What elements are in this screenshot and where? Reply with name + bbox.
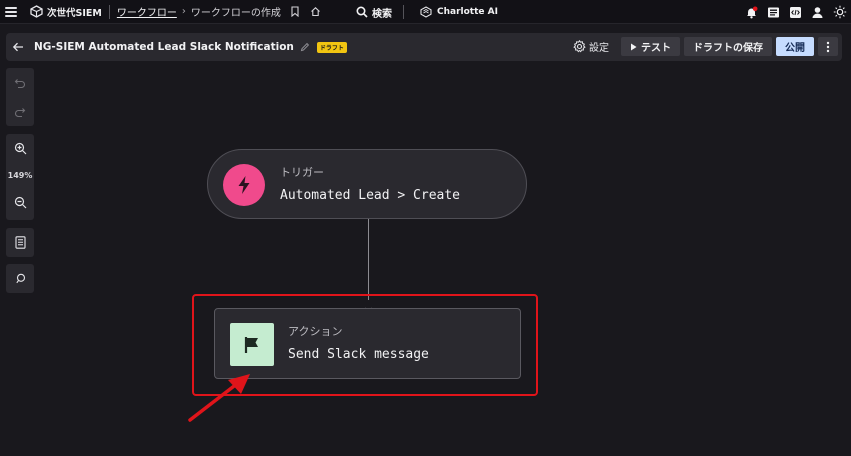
annotation-arrow-icon [186,370,256,428]
edit-pencil-icon[interactable] [300,42,310,52]
lasso-icon[interactable] [6,264,34,293]
test-button[interactable]: テスト [621,37,680,56]
hamburger-menu-icon[interactable] [5,6,17,17]
bell-icon[interactable] [745,6,758,19]
workflow-title: NG-SIEM Automated Lead Slack Notificatio… [34,41,294,53]
top-nav-bar: 次世代SIEM ワークフロー › ワークフローの作成 検索 Charlotte … [0,0,851,24]
divider [403,5,404,19]
bookmark-icon[interactable] [290,6,300,17]
trigger-node[interactable]: トリガー Automated Lead > Create [207,149,527,219]
workflow-header: NG-SIEM Automated Lead Slack Notificatio… [6,33,842,61]
divider [108,4,110,19]
document-icon[interactable] [6,228,34,257]
charlotte-ai-icon [420,6,432,18]
code-icon[interactable] [789,6,802,19]
zoom-group: 149% [6,134,34,220]
lasso-group [6,264,34,293]
zoom-level: 149% [7,170,33,180]
siem-logo-icon [30,5,43,18]
action-kind-label: アクション [288,325,343,338]
draft-status-badge: ドラフト [316,41,347,53]
action-action-label: Send Slack message [288,347,429,362]
more-options-kebab-icon[interactable] [818,37,838,56]
back-arrow-icon[interactable] [12,42,24,52]
action-node[interactable]: アクション Send Slack message [214,308,521,379]
redo-icon[interactable] [6,97,34,126]
search-icon[interactable] [356,6,368,18]
lightning-bolt-icon [223,164,265,206]
user-icon[interactable] [811,6,824,19]
undo-icon[interactable] [6,68,34,97]
breadcrumb-separator: › [181,6,186,17]
publish-button[interactable]: 公開 [776,37,814,56]
settings-button[interactable]: 設定 [573,39,609,54]
home-icon[interactable] [310,6,321,17]
product-name[interactable]: 次世代SIEM [47,5,102,19]
summary-group [6,228,34,257]
breadcrumb-workflows-link[interactable]: ワークフロー [117,4,177,19]
charlotte-ai-label: Charlotte AI [437,7,498,17]
flag-icon [230,323,274,366]
breadcrumb-current: ワークフローの作成 [190,8,281,19]
charlotte-ai-button[interactable]: Charlotte AI [420,6,498,18]
connector-line [368,219,369,300]
play-icon [630,43,637,51]
save-draft-button[interactable]: ドラフトの保存 [684,37,772,56]
trigger-action-label: Automated Lead > Create [280,188,461,203]
trigger-kind-label: トリガー [280,166,324,179]
zoom-in-icon[interactable] [6,134,34,162]
test-label: テスト [641,43,671,54]
news-icon[interactable] [767,6,780,19]
theme-sun-icon[interactable] [833,5,847,19]
gear-icon [573,40,586,53]
zoom-out-icon[interactable] [6,188,34,216]
undo-redo-group [6,68,34,126]
search-button[interactable]: 検索 [372,5,392,20]
settings-label: 設定 [589,43,609,54]
